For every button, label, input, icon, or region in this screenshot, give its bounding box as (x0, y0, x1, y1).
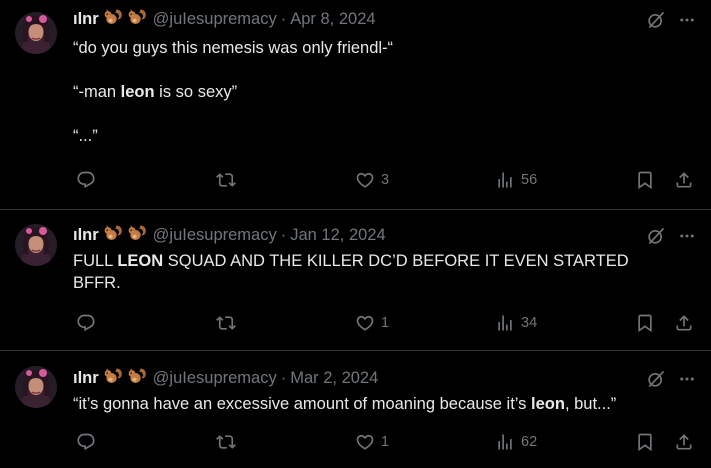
text-bold: LEON (117, 252, 164, 270)
user-handle[interactable]: @juIesupremacy (153, 10, 277, 29)
like-button[interactable]: 1 (355, 432, 389, 452)
squirrel-emoji (127, 367, 147, 390)
grok-icon[interactable] (646, 10, 666, 35)
repost-button[interactable] (216, 313, 242, 333)
reply-icon (76, 170, 96, 190)
like-count: 1 (381, 315, 390, 331)
tweet-date[interactable]: Mar 2, 2024 (290, 369, 378, 388)
display-name[interactable]: ılnr (73, 10, 99, 29)
separator-dot: · (280, 9, 287, 28)
tweet-date[interactable]: Jan 12, 2024 (290, 226, 385, 245)
bookmark-icon (635, 432, 655, 452)
share-button[interactable] (674, 170, 694, 190)
repost-icon (216, 313, 236, 333)
bookmark-icon (635, 313, 655, 333)
text-bold: leon (120, 83, 155, 101)
tweet-3[interactable]: ılnr @juIesupremacy · Mar 2, 2024 “it’s … (0, 351, 711, 468)
bookmark-icon (635, 170, 655, 190)
avatar[interactable] (15, 12, 57, 54)
grok-icon[interactable] (646, 226, 666, 251)
views-icon (495, 432, 515, 452)
like-count: 1 (381, 434, 390, 450)
tweet-header: ılnr @juIesupremacy · Mar 2, 2024 (73, 368, 378, 388)
like-button[interactable]: 3 (355, 170, 389, 190)
user-handle[interactable]: @juIesupremacy (153, 369, 277, 388)
avatar[interactable] (15, 224, 57, 266)
user-handle[interactable]: @juIesupremacy (153, 226, 277, 245)
reply-button[interactable] (76, 170, 102, 190)
heart-icon (355, 170, 375, 190)
share-icon (674, 432, 694, 452)
tweet-1[interactable]: ılnr @juIesupremacy · Apr 8, 2024 “do yo… (0, 0, 711, 209)
text-segment: , but...” (564, 395, 617, 413)
squirrel-emoji (127, 224, 147, 247)
share-button[interactable] (674, 313, 694, 333)
tweet-date[interactable]: Apr 8, 2024 (290, 10, 375, 29)
text-bold: leon (531, 395, 565, 413)
tweet-2[interactable]: ılnr @juIesupremacy · Jan 12, 2024 FULL … (0, 210, 711, 350)
share-icon (674, 313, 694, 333)
tweet-text: “do you guys this nemesis was only frien… (73, 37, 673, 147)
reply-button[interactable] (76, 432, 102, 452)
tweet-actions: 1 34 (73, 313, 699, 335)
tweet-actions: 3 56 (73, 170, 699, 192)
squirrel-emoji (103, 8, 123, 31)
more-icon[interactable] (678, 227, 696, 250)
view-count: 62 (521, 434, 538, 450)
reply-icon (76, 432, 96, 452)
avatar[interactable] (15, 366, 57, 408)
bookmark-button[interactable] (635, 432, 655, 452)
squirrel-emoji (103, 224, 123, 247)
views-icon (495, 170, 515, 190)
tweet-text: FULL LEON SQUAD AND THE KILLER DC’D BEFO… (73, 250, 663, 294)
tweet-text: “it’s gonna have an excessive amount of … (73, 393, 693, 415)
views-button[interactable]: 62 (495, 432, 537, 452)
share-button[interactable] (674, 432, 694, 452)
squirrel-emoji (127, 8, 147, 31)
repost-icon (216, 170, 236, 190)
like-count: 3 (381, 172, 390, 188)
tweet-header: ılnr @juIesupremacy · Apr 8, 2024 (73, 9, 376, 29)
view-count: 56 (521, 172, 538, 188)
text-line: “do you guys this nemesis was only frien… (73, 39, 394, 57)
reply-button[interactable] (76, 313, 102, 333)
more-icon[interactable] (678, 370, 696, 393)
grok-icon[interactable] (646, 369, 666, 394)
text-segment: FULL (73, 252, 118, 270)
tweet-actions: 1 62 (73, 432, 699, 454)
views-button[interactable]: 56 (495, 170, 537, 190)
repost-icon (216, 432, 236, 452)
text-segment: is so sexy” (154, 83, 238, 101)
share-icon (674, 170, 694, 190)
display-name[interactable]: ılnr (73, 369, 99, 388)
text-segment: “it’s gonna have an excessive amount of … (73, 395, 532, 413)
bookmark-button[interactable] (635, 170, 655, 190)
display-name[interactable]: ılnr (73, 226, 99, 245)
repost-button[interactable] (216, 170, 242, 190)
views-icon (495, 313, 515, 333)
repost-button[interactable] (216, 432, 242, 452)
separator-dot: · (280, 368, 287, 387)
tweet-header: ılnr @juIesupremacy · Jan 12, 2024 (73, 225, 386, 245)
squirrel-emoji (103, 367, 123, 390)
reply-icon (76, 313, 96, 333)
more-icon[interactable] (678, 11, 696, 34)
bookmark-button[interactable] (635, 313, 655, 333)
views-button[interactable]: 34 (495, 313, 537, 333)
like-button[interactable]: 1 (355, 313, 389, 333)
text-line: “...” (73, 127, 98, 145)
text-segment: “-man (73, 83, 121, 101)
view-count: 34 (521, 315, 538, 331)
heart-icon (355, 432, 375, 452)
heart-icon (355, 313, 375, 333)
separator-dot: · (280, 225, 287, 244)
